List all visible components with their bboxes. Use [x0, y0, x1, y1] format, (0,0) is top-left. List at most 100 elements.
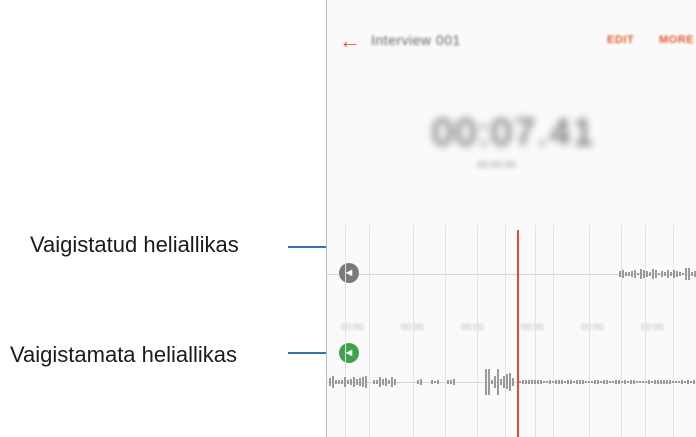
- waveform-bar: [534, 380, 536, 384]
- waveform-bar: [661, 270, 663, 278]
- timeline-tick-label: 00:00: [461, 322, 484, 332]
- app-bar: ← Interview 001 EDIT MORE: [327, 0, 696, 80]
- waveform-bar: [555, 380, 557, 384]
- waveform-bar: [618, 380, 620, 384]
- waveform-bar: [552, 380, 554, 384]
- waveform-bar: [615, 380, 617, 384]
- waveform-bar: [670, 272, 672, 276]
- waveform-bar: [682, 272, 684, 276]
- waveform-bar: [688, 268, 690, 280]
- voice-recorder-screen: ← Interview 001 EDIT MORE 00:07.41 00:00…: [326, 0, 696, 437]
- grid-line: [369, 225, 370, 437]
- more-button[interactable]: MORE: [659, 34, 694, 46]
- waveform-bar: [603, 380, 605, 384]
- waveform-bar: [582, 380, 584, 384]
- grid-line: [445, 225, 446, 437]
- waveform-bar: [537, 380, 539, 384]
- waveform-bar: [645, 380, 647, 384]
- waveform-bar: [329, 377, 331, 387]
- waveform-bar: [494, 375, 496, 389]
- waveform-bar: [350, 379, 352, 385]
- waveform-bar: [431, 379, 433, 385]
- waveform-bar: [420, 379, 422, 385]
- waveform-bar: [579, 380, 581, 384]
- grid-line: [505, 225, 506, 437]
- waveform-bar: [657, 380, 659, 384]
- waveform-bar: [669, 380, 671, 384]
- waveform-bar: [525, 380, 527, 384]
- waveform-bar: [391, 377, 393, 387]
- waveform-bar: [522, 380, 524, 384]
- waveform-area[interactable]: 00:00 00:00 00:00 00:00 00:00 00:00 ◄ ◄: [327, 225, 696, 437]
- waveform-bar: [485, 369, 487, 395]
- speaker-on-icon[interactable]: ◄: [339, 343, 359, 363]
- waveform-bar: [622, 270, 624, 278]
- grid-line: [645, 225, 646, 437]
- waveform-bar: [628, 271, 630, 277]
- waveform-bar: [639, 380, 641, 383]
- waveform-bar: [691, 272, 693, 276]
- edit-button[interactable]: EDIT: [607, 34, 634, 46]
- waveform-bar: [335, 379, 337, 385]
- waveform-bar: [417, 380, 419, 384]
- waveform-bar: [658, 272, 660, 276]
- waveform-bar: [633, 380, 635, 384]
- recording-subtext: 00:00:00: [477, 160, 516, 171]
- waveform-bar: [353, 376, 355, 387]
- waveform-bar: [651, 380, 653, 384]
- waveform-bar: [649, 271, 651, 277]
- waveform-bar: [679, 272, 681, 276]
- waveform-bar: [684, 380, 686, 384]
- waveform-bar: [609, 380, 611, 384]
- waveform-bar: [434, 380, 436, 384]
- waveform-bar: [625, 272, 627, 276]
- waveform-bar: [388, 379, 390, 384]
- timeline-tick-label: 00:00: [521, 322, 544, 332]
- waveform-bar: [640, 268, 642, 280]
- grid-line: [589, 225, 590, 437]
- grid-line: [673, 225, 674, 437]
- waveform-bar: [612, 380, 614, 384]
- waveform-bar: [693, 380, 695, 384]
- waveform-bar: [512, 377, 514, 386]
- waveform-bar: [663, 380, 665, 384]
- waveform-bar: [654, 380, 656, 384]
- speaker-muted-icon[interactable]: ◄: [339, 263, 359, 283]
- waveform-bar: [543, 380, 545, 384]
- muted-source-callout: Vaigistatud heliallikas: [30, 232, 239, 257]
- waveform-bar: [660, 380, 662, 384]
- waveform-bar: [509, 372, 511, 392]
- waveform-bar: [664, 271, 666, 277]
- waveform-bar: [564, 380, 566, 384]
- waveform-bar: [567, 380, 569, 384]
- waveform-bar: [685, 268, 687, 280]
- waveform-bar: [631, 270, 633, 278]
- waveform-bar: [634, 270, 636, 278]
- waveform-bar: [676, 270, 678, 278]
- waveform-bar: [338, 380, 340, 384]
- waveform-bar: [687, 380, 689, 384]
- waveform-bar: [627, 380, 629, 384]
- waveform-bar: [540, 380, 542, 384]
- waveform-bar: [506, 374, 508, 390]
- waveform-bar: [362, 376, 364, 388]
- playhead[interactable]: [517, 230, 519, 437]
- grid-line: [621, 225, 622, 437]
- waveform-bar: [528, 380, 530, 384]
- waveform-bar: [675, 380, 677, 384]
- waveform-bar: [531, 380, 533, 384]
- waveform-bar: [356, 379, 358, 385]
- arrow-left-icon[interactable]: ←: [339, 29, 363, 53]
- waveform-bar: [597, 380, 599, 384]
- waveform-bar: [652, 269, 654, 279]
- waveform-bar: [437, 379, 439, 385]
- waveform-bar: [621, 380, 623, 384]
- waveform-bar: [450, 379, 452, 385]
- waveform-bar: [673, 270, 675, 278]
- waveform-bar: [382, 379, 384, 385]
- waveform-bar: [648, 380, 650, 384]
- waveform-bar: [488, 369, 490, 395]
- waveform-bar: [497, 369, 499, 395]
- waveform-bar: [453, 379, 455, 385]
- waveform-bar: [600, 380, 602, 384]
